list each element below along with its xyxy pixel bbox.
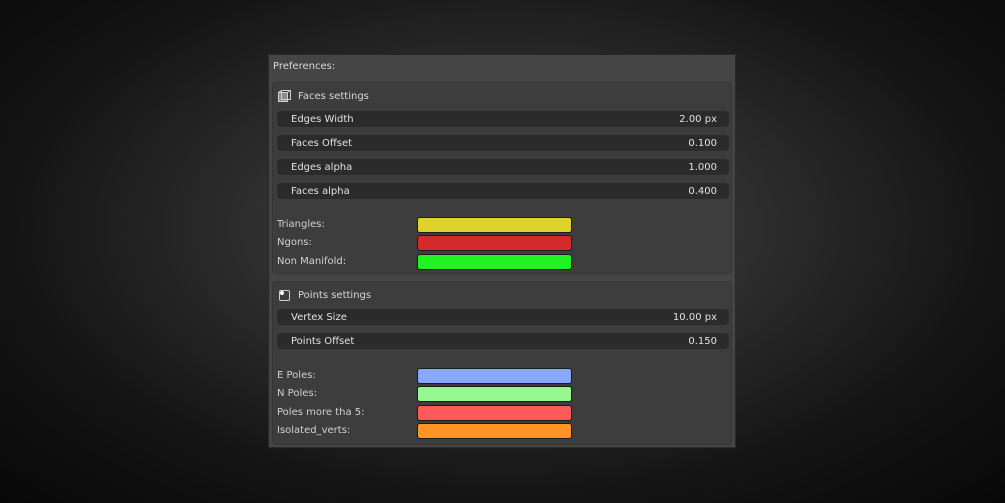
isolated-verts-color-swatch[interactable] xyxy=(417,423,572,439)
points-offset-field[interactable]: Points Offset 0.150 xyxy=(277,333,729,349)
points-settings-label: Points settings xyxy=(298,289,372,301)
isolated-verts-color-row: Isolated_verts: xyxy=(277,423,577,440)
poles-more-than-5-color-row: Poles more tha 5: xyxy=(277,405,577,422)
points-offset-label: Points Offset xyxy=(291,335,355,347)
poles-more-than-5-color-swatch[interactable] xyxy=(417,405,572,421)
faces-offset-value: 0.100 xyxy=(688,137,717,149)
edges-width-label: Edges Width xyxy=(291,113,354,125)
triangles-color-swatch[interactable] xyxy=(417,217,572,233)
ngons-color-swatch[interactable] xyxy=(417,235,572,251)
point-icon xyxy=(278,289,291,301)
points-offset-value: 0.150 xyxy=(688,335,717,347)
faces-alpha-field[interactable]: Faces alpha 0.400 xyxy=(277,183,729,199)
n-poles-label: N Poles: xyxy=(277,388,317,399)
edges-alpha-value: 1.000 xyxy=(688,161,717,173)
faces-settings-label: Faces settings xyxy=(298,90,369,102)
non-manifold-label: Non Manifold: xyxy=(277,256,347,267)
points-settings-header[interactable]: Points settings xyxy=(278,288,371,302)
faces-settings-panel: Faces settings Edges Width 2.00 px Faces… xyxy=(272,82,732,274)
vertex-size-value: 10.00 px xyxy=(672,311,717,323)
vertex-size-label: Vertex Size xyxy=(291,311,347,323)
e-poles-label: E Poles: xyxy=(277,370,316,381)
preferences-title: Preferences: xyxy=(273,61,336,72)
non-manifold-color-swatch[interactable] xyxy=(417,254,572,270)
faces-icon xyxy=(278,90,291,102)
vertex-size-field[interactable]: Vertex Size 10.00 px xyxy=(277,309,729,325)
poles-more-than-5-label: Poles more tha 5: xyxy=(277,407,365,418)
e-poles-color-row: E Poles: xyxy=(277,368,577,385)
points-settings-panel: Points settings Vertex Size 10.00 px Poi… xyxy=(272,281,732,445)
preferences-window: Preferences: Faces settings Edges Width … xyxy=(268,54,736,448)
ngons-color-row: Ngons: xyxy=(277,235,577,252)
e-poles-color-swatch[interactable] xyxy=(417,368,572,384)
faces-alpha-value: 0.400 xyxy=(688,185,717,197)
isolated-verts-label: Isolated_verts: xyxy=(277,425,351,436)
triangles-label: Triangles: xyxy=(277,219,325,230)
faces-offset-field[interactable]: Faces Offset 0.100 xyxy=(277,135,729,151)
n-poles-color-swatch[interactable] xyxy=(417,386,572,402)
triangles-color-row: Triangles: xyxy=(277,217,577,234)
faces-settings-header[interactable]: Faces settings xyxy=(278,89,369,103)
edges-width-value: 2.00 px xyxy=(679,113,717,125)
edges-alpha-field[interactable]: Edges alpha 1.000 xyxy=(277,159,729,175)
non-manifold-color-row: Non Manifold: xyxy=(277,254,577,271)
faces-offset-label: Faces Offset xyxy=(291,137,353,149)
edges-alpha-label: Edges alpha xyxy=(291,161,353,173)
n-poles-color-row: N Poles: xyxy=(277,386,577,403)
faces-alpha-label: Faces alpha xyxy=(291,185,350,197)
edges-width-field[interactable]: Edges Width 2.00 px xyxy=(277,111,729,127)
ngons-label: Ngons: xyxy=(277,237,312,248)
